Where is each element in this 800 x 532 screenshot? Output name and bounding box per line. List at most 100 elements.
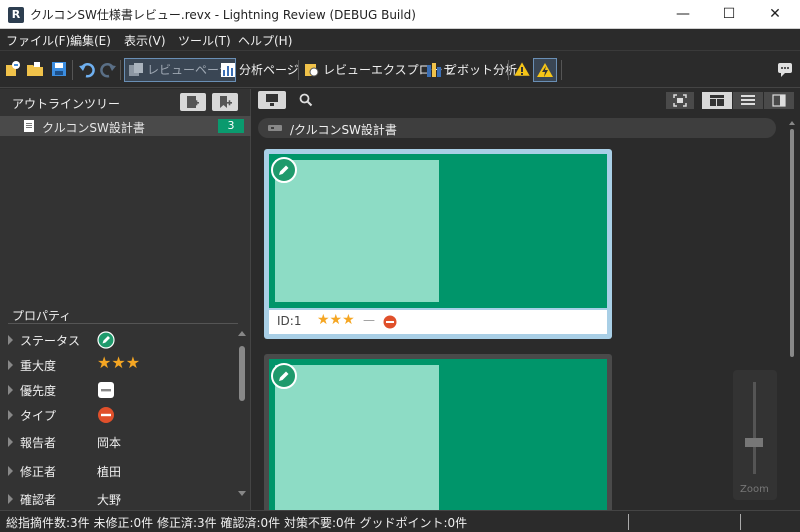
edit-badge-icon[interactable] bbox=[271, 363, 297, 389]
issue-summary: 総指摘件数:3件 未修正:0件 修正済:3件 確認済:0件 対策不要:0件 グッ… bbox=[6, 516, 468, 530]
issue-id: ID:1 bbox=[277, 314, 302, 328]
snapshot-thumbnail bbox=[275, 160, 439, 302]
menu-tools[interactable]: ツール(T) bbox=[178, 32, 231, 49]
list-layout-button[interactable] bbox=[733, 92, 763, 109]
warning-icon[interactable] bbox=[513, 60, 531, 78]
lightning-warning-toggle[interactable] bbox=[533, 58, 557, 82]
outline-item[interactable]: クルコンSW設計書 3 bbox=[0, 116, 251, 136]
reporter-value: 岡本 bbox=[97, 436, 122, 450]
zoom-control[interactable]: Zoom bbox=[733, 370, 777, 500]
property-label: 報告者 bbox=[20, 436, 57, 450]
properties-title: プロパティ bbox=[12, 309, 72, 323]
property-row-reporter[interactable]: 報告者 岡本 bbox=[0, 430, 240, 455]
property-label: 確認者 bbox=[20, 493, 57, 507]
divider bbox=[628, 514, 629, 530]
edit-badge-icon[interactable] bbox=[271, 157, 297, 183]
scroll-up-icon[interactable] bbox=[238, 331, 246, 336]
viewer-scrollbar[interactable] bbox=[788, 121, 796, 506]
comment-icon[interactable] bbox=[776, 60, 794, 78]
priority-medium-icon bbox=[98, 382, 114, 398]
property-row-type[interactable]: タイプ bbox=[0, 403, 240, 428]
expand-icon bbox=[8, 385, 13, 395]
side-panel-button[interactable] bbox=[764, 92, 794, 109]
scrollbar-thumb[interactable] bbox=[790, 129, 794, 357]
document-icon bbox=[24, 120, 34, 132]
issue-card[interactable] bbox=[264, 354, 612, 525]
review-page-icon bbox=[129, 63, 143, 76]
property-row-severity[interactable]: 重大度 ★★★ bbox=[0, 353, 240, 378]
bookmark-icon bbox=[220, 96, 232, 108]
issue-card[interactable]: ID:1 ★★★ — bbox=[264, 149, 612, 339]
fixer-value: 植田 bbox=[97, 465, 122, 479]
property-label: ステータス bbox=[20, 334, 81, 348]
fit-view-button[interactable] bbox=[666, 92, 694, 109]
scrollbar-thumb[interactable] bbox=[239, 346, 245, 401]
properties-scrollbar[interactable] bbox=[238, 331, 246, 501]
pivot-analysis-label: ピボット分析 bbox=[445, 63, 518, 77]
issue-count-badge: 3 bbox=[218, 119, 244, 133]
search-icon[interactable] bbox=[299, 93, 313, 107]
property-label: タイプ bbox=[20, 409, 57, 423]
new-review-icon[interactable] bbox=[4, 60, 22, 78]
breadcrumb-path: /クルコンSW設計書 bbox=[290, 123, 397, 137]
maximize-button[interactable]: ☐ bbox=[706, 0, 752, 29]
scroll-down-icon[interactable] bbox=[238, 491, 246, 496]
redo-icon[interactable] bbox=[99, 60, 117, 78]
severity-stars: ★★★ bbox=[317, 312, 355, 328]
card-layout-button[interactable] bbox=[702, 92, 732, 109]
type-minus-icon bbox=[98, 407, 114, 423]
menu-view[interactable]: 表示(V) bbox=[124, 32, 166, 49]
lightning-warning-icon bbox=[537, 63, 553, 77]
analysis-page-button[interactable]: 分析ページ bbox=[216, 58, 304, 82]
status-bar: 総指摘件数:3件 未修正:0件 修正済:3件 確認済:0件 対策不要:0件 グッ… bbox=[0, 510, 800, 532]
toolbar-separator bbox=[508, 60, 509, 80]
title-bar: R クルコンSW仕様書レビュー.revx - Lightning Review … bbox=[0, 0, 800, 29]
path-icon bbox=[268, 125, 282, 131]
pivot-analysis-button[interactable]: ピボット分析 bbox=[422, 58, 522, 82]
issue-snapshot[interactable] bbox=[269, 359, 607, 525]
monitor-icon bbox=[266, 94, 278, 106]
fullscreen-icon bbox=[673, 94, 687, 107]
outline-header: アウトラインツリー bbox=[0, 93, 251, 115]
left-panel: アウトラインツリー クルコンSW設計書 3 プロパティ ステータス 重大度 ★★… bbox=[0, 89, 251, 510]
expand-icon bbox=[8, 437, 13, 447]
outline-title: アウトラインツリー bbox=[12, 97, 121, 111]
side-panel-icon bbox=[772, 94, 786, 107]
priority-dash: — bbox=[363, 313, 375, 327]
card-layout-icon bbox=[710, 95, 724, 106]
issue-snapshot[interactable] bbox=[269, 154, 607, 308]
toolbar-separator bbox=[298, 60, 299, 80]
outline-item-label: クルコンSW設計書 bbox=[42, 121, 145, 135]
close-button[interactable]: ✕ bbox=[752, 0, 798, 29]
zoom-track[interactable] bbox=[753, 382, 756, 474]
thumbnail-mode-button[interactable] bbox=[258, 91, 286, 109]
undo-icon[interactable] bbox=[78, 60, 96, 78]
zoom-thumb[interactable] bbox=[745, 438, 763, 447]
scroll-up-icon[interactable] bbox=[789, 121, 795, 125]
pivot-icon bbox=[427, 63, 441, 77]
minimize-button[interactable]: — bbox=[660, 0, 706, 29]
menu-edit[interactable]: 編集(E) bbox=[70, 32, 111, 49]
menu-help[interactable]: ヘルプ(H) bbox=[238, 32, 292, 49]
save-icon[interactable] bbox=[50, 60, 68, 78]
add-document-button[interactable] bbox=[180, 93, 206, 111]
breadcrumb[interactable]: /クルコンSW設計書 bbox=[258, 118, 776, 138]
review-explorer-icon bbox=[305, 64, 319, 77]
property-row-status[interactable]: ステータス bbox=[0, 328, 240, 353]
zoom-label: Zoom bbox=[740, 484, 769, 495]
list-icon bbox=[741, 95, 755, 105]
add-bookmark-button[interactable] bbox=[212, 93, 238, 111]
property-row-verifier[interactable]: 確認者 大野 bbox=[0, 487, 240, 509]
pencil-icon bbox=[279, 371, 289, 381]
expand-icon bbox=[8, 466, 13, 476]
open-folder-icon[interactable] bbox=[26, 60, 44, 78]
bar-chart-icon bbox=[221, 63, 235, 77]
menu-file[interactable]: ファイル(F) bbox=[6, 32, 70, 49]
expand-icon bbox=[8, 360, 13, 370]
property-row-priority[interactable]: 優先度 bbox=[0, 378, 240, 403]
type-minus-icon bbox=[383, 315, 397, 329]
toolbar: レビューページ 分析ページ レビューエクスプローラ ピボット分析 bbox=[0, 52, 800, 88]
properties-header: プロパティ bbox=[0, 305, 251, 327]
verifier-value: 大野 bbox=[97, 493, 122, 507]
property-row-fixer[interactable]: 修正者 植田 bbox=[0, 459, 240, 484]
